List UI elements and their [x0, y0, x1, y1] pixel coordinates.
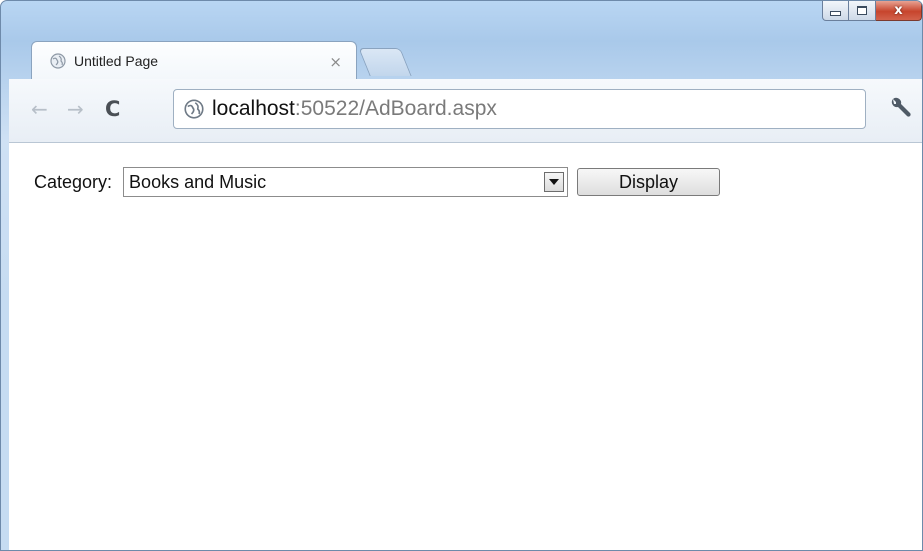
wrench-icon[interactable] — [888, 96, 912, 120]
globe-icon — [184, 99, 204, 119]
address-bar[interactable]: localhost:50522/AdBoard.aspx — [173, 89, 866, 129]
browser-window: x Untitled Page × ← → C localhost:50522/… — [0, 0, 923, 551]
browser-toolbar: ← → C localhost:50522/AdBoard.aspx — [9, 79, 922, 143]
maximize-icon — [857, 6, 867, 15]
reload-button[interactable]: C — [105, 97, 120, 121]
maximize-button[interactable] — [849, 1, 876, 21]
display-button[interactable]: Display — [577, 168, 721, 196]
close-window-button[interactable]: x — [876, 1, 922, 21]
category-selected-value: Books and Music — [129, 171, 267, 192]
dropdown-arrow-icon[interactable] — [544, 172, 565, 192]
url-host: localhost — [212, 97, 295, 120]
category-form: Category: Books and Music Display — [34, 167, 721, 197]
new-tab-button[interactable] — [358, 48, 412, 76]
tab-title: Untitled Page — [74, 52, 159, 69]
close-icon: x — [894, 3, 903, 18]
category-select[interactable]: Books and Music — [123, 167, 569, 197]
minimize-button[interactable] — [822, 1, 849, 21]
globe-icon — [50, 52, 66, 69]
tab-close-icon[interactable]: × — [329, 53, 342, 71]
caption-buttons: x — [822, 1, 922, 22]
forward-button[interactable]: → — [67, 97, 84, 121]
page-content: Category: Books and Music Display — [9, 143, 922, 550]
tab-untitled-page[interactable]: Untitled Page × — [31, 41, 357, 79]
category-label: Category: — [34, 171, 113, 192]
minimize-icon — [830, 11, 841, 16]
back-button[interactable]: ← — [31, 97, 48, 121]
url-path: :50522/AdBoard.aspx — [294, 97, 497, 120]
